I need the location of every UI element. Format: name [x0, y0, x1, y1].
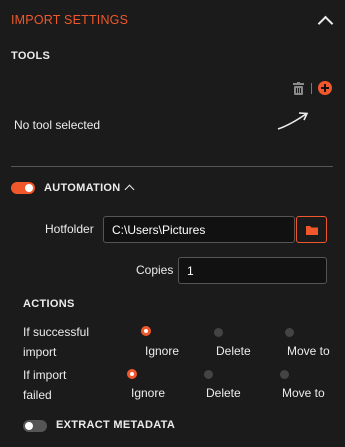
folder-icon: [306, 226, 318, 235]
option-delete-label: Delete: [206, 386, 241, 400]
copies-input[interactable]: 1: [178, 257, 327, 284]
collapse-chevron-up-icon[interactable]: [317, 15, 334, 32]
browse-folder-button[interactable]: [296, 216, 327, 243]
automation-toggle[interactable]: [11, 182, 35, 194]
action-row-label: If successful import: [23, 325, 90, 359]
radio-delete[interactable]: [214, 328, 223, 337]
action-row-label: If import failed: [23, 368, 67, 402]
radio-delete[interactable]: [204, 370, 213, 379]
arrow-icon: [277, 112, 309, 130]
actions-label: ACTIONS: [23, 298, 75, 310]
trash-icon[interactable]: [293, 82, 304, 95]
extract-metadata-toggle[interactable]: [23, 420, 47, 432]
section-divider: [11, 166, 333, 167]
copies-label: Copies: [136, 263, 174, 277]
divider: [311, 83, 312, 94]
option-move-to-label: Move to: [287, 344, 330, 358]
hotfolder-input[interactable]: C:\Users\Pictures: [103, 216, 295, 243]
automation-chevron-up-icon[interactable]: [124, 184, 135, 195]
option-delete-label: Delete: [216, 344, 251, 358]
add-tool-plus-icon[interactable]: [318, 81, 332, 95]
radio-move-to[interactable]: [285, 328, 294, 337]
hotfolder-label: Hotfolder: [45, 222, 94, 236]
radio-move-to[interactable]: [280, 370, 289, 379]
radio-ignore[interactable]: [141, 326, 151, 336]
no-tool-text: No tool selected: [14, 118, 101, 132]
radio-ignore[interactable]: [127, 369, 137, 379]
tools-label: TOOLS: [11, 50, 51, 62]
option-ignore-label: Ignore: [131, 386, 166, 400]
option-move-to-label: Move to: [282, 386, 325, 400]
automation-label: AUTOMATION: [44, 182, 121, 194]
panel-title: IMPORT SETTINGS: [11, 13, 129, 27]
extract-metadata-label: EXTRACT METADATA: [56, 419, 176, 431]
option-ignore-label: Ignore: [145, 344, 180, 358]
